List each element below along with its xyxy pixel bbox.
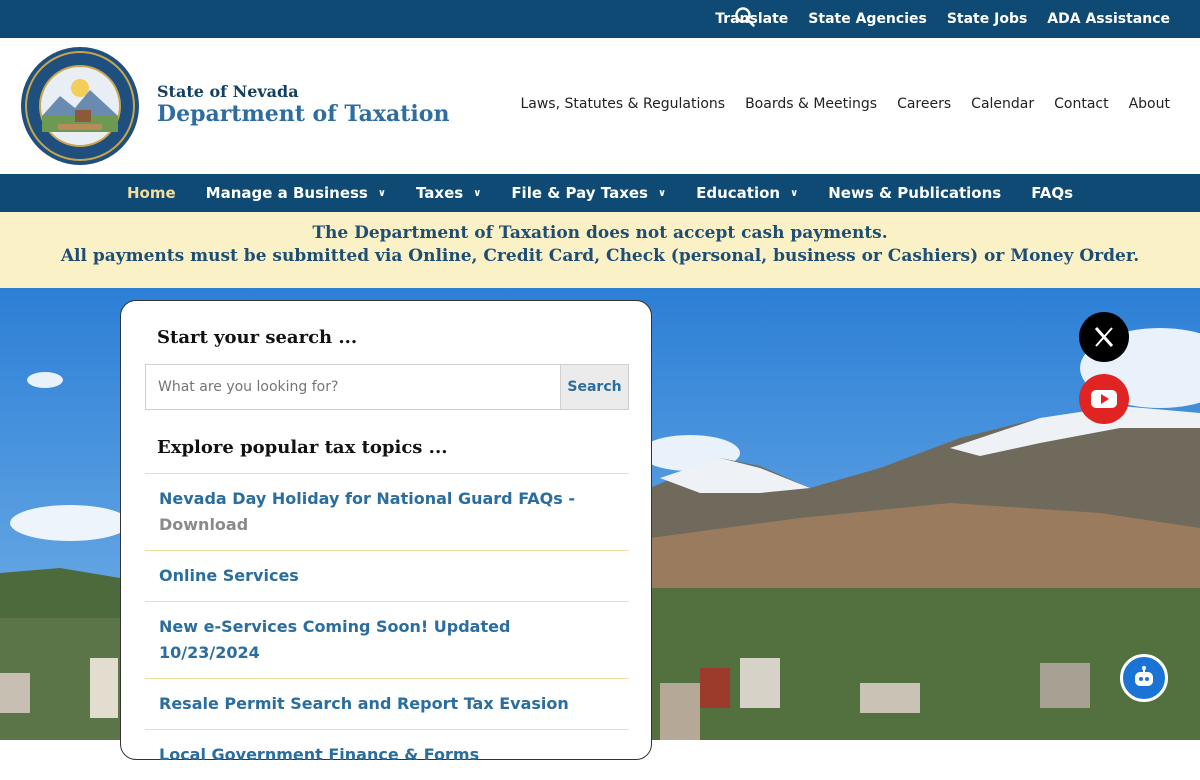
top-utility-bar: Translate State Agencies State Jobs ADA … bbox=[0, 0, 1200, 38]
state-jobs-link[interactable]: State Jobs bbox=[947, 11, 1027, 27]
topic-online-services[interactable]: Online Services bbox=[145, 550, 629, 601]
topics-heading: Explore popular tax topics ... bbox=[157, 437, 448, 458]
util-nav-boards[interactable]: Boards & Meetings bbox=[745, 96, 877, 112]
youtube-icon[interactable] bbox=[1079, 374, 1129, 424]
search-input[interactable] bbox=[146, 365, 560, 409]
state-seal-logo[interactable] bbox=[20, 46, 140, 166]
search-card: Start your search ... Search Explore pop… bbox=[120, 300, 652, 764]
youtube-logo-glyph bbox=[1091, 390, 1117, 408]
brand-title[interactable]: State of Nevada Department of Taxation bbox=[157, 82, 449, 127]
util-nav-about[interactable]: About bbox=[1129, 96, 1170, 112]
nav-education-label: Education bbox=[696, 184, 781, 202]
topic-download-label: Download bbox=[159, 515, 249, 534]
state-agencies-link[interactable]: State Agencies bbox=[808, 11, 927, 27]
nav-file-pay[interactable]: File & Pay Taxes ∨ bbox=[496, 184, 681, 202]
brand-state-name: State of Nevada bbox=[157, 82, 299, 101]
nav-taxes-label: Taxes bbox=[415, 184, 464, 202]
x-logo-glyph bbox=[1094, 327, 1114, 347]
search-button[interactable]: Search bbox=[560, 365, 628, 409]
nav-faqs-label: FAQs bbox=[1031, 184, 1074, 202]
popular-topics-list: Nevada Day Holiday for National Guard FA… bbox=[145, 473, 629, 780]
util-nav-laws[interactable]: Laws, Statutes & Regulations bbox=[520, 96, 725, 112]
main-nav: Home Manage a Business ∨ Taxes ∨ File & Pa… bbox=[0, 174, 1200, 212]
util-nav-contact[interactable]: Contact bbox=[1054, 96, 1108, 112]
brand-department-name: Department of Taxation bbox=[157, 101, 450, 127]
nav-manage-business-label: Manage a Business bbox=[205, 184, 368, 202]
translate-link[interactable]: Translate bbox=[715, 11, 788, 27]
nav-manage-business[interactable]: Manage a Business ∨ bbox=[191, 184, 401, 202]
ada-assistance-link[interactable]: ADA Assistance bbox=[1047, 11, 1170, 27]
nav-education[interactable]: Education ∨ bbox=[681, 184, 813, 202]
top-links: Translate State Agencies State Jobs ADA … bbox=[715, 0, 1170, 38]
topic-local-government[interactable]: Local Government Finance & Forms bbox=[145, 729, 629, 780]
util-nav-careers[interactable]: Careers bbox=[897, 96, 951, 112]
cash-payment-alert: The Department of Taxation does not acce… bbox=[0, 212, 1200, 288]
chatbot-icon[interactable] bbox=[1120, 654, 1168, 702]
nav-news[interactable]: News & Publications bbox=[813, 184, 1016, 202]
chevron-down-icon: ∨ bbox=[473, 187, 482, 199]
topic-resale-permit[interactable]: Resale Permit Search and Report Tax Evas… bbox=[145, 678, 629, 729]
nav-file-pay-label: File & Pay Taxes bbox=[511, 184, 648, 202]
chatbot-robot-glyph bbox=[1135, 666, 1153, 686]
nav-home-label: Home bbox=[126, 184, 176, 202]
topic-nevada-day-faqs[interactable]: Nevada Day Holiday for National Guard FA… bbox=[145, 473, 629, 550]
topic-new-eservices[interactable]: New e-Services Coming Soon! Updated 10/2… bbox=[145, 601, 629, 678]
search-form: Search bbox=[145, 364, 629, 410]
search-heading: Start your search ... bbox=[157, 327, 358, 348]
util-nav-calendar[interactable]: Calendar bbox=[971, 96, 1034, 112]
nav-news-label: News & Publications bbox=[828, 184, 1002, 202]
nav-taxes[interactable]: Taxes ∨ bbox=[401, 184, 496, 202]
nav-faqs[interactable]: FAQs bbox=[1016, 184, 1088, 202]
topic-nevada-day-faqs-label: Nevada Day Holiday for National Guard FA… bbox=[159, 489, 575, 508]
site-header: State of Nevada Department of Taxation L… bbox=[0, 38, 1200, 174]
nav-home[interactable]: Home bbox=[112, 184, 191, 202]
chevron-down-icon: ∨ bbox=[658, 187, 667, 199]
chevron-down-icon: ∨ bbox=[377, 187, 386, 199]
alert-line-2: All payments must be submitted via Onlin… bbox=[60, 246, 1140, 266]
chevron-down-icon: ∨ bbox=[790, 187, 799, 199]
x-twitter-icon[interactable] bbox=[1079, 312, 1129, 362]
utility-nav: Laws, Statutes & Regulations Boards & Me… bbox=[520, 96, 1170, 112]
alert-line-1: The Department of Taxation does not acce… bbox=[312, 223, 888, 243]
